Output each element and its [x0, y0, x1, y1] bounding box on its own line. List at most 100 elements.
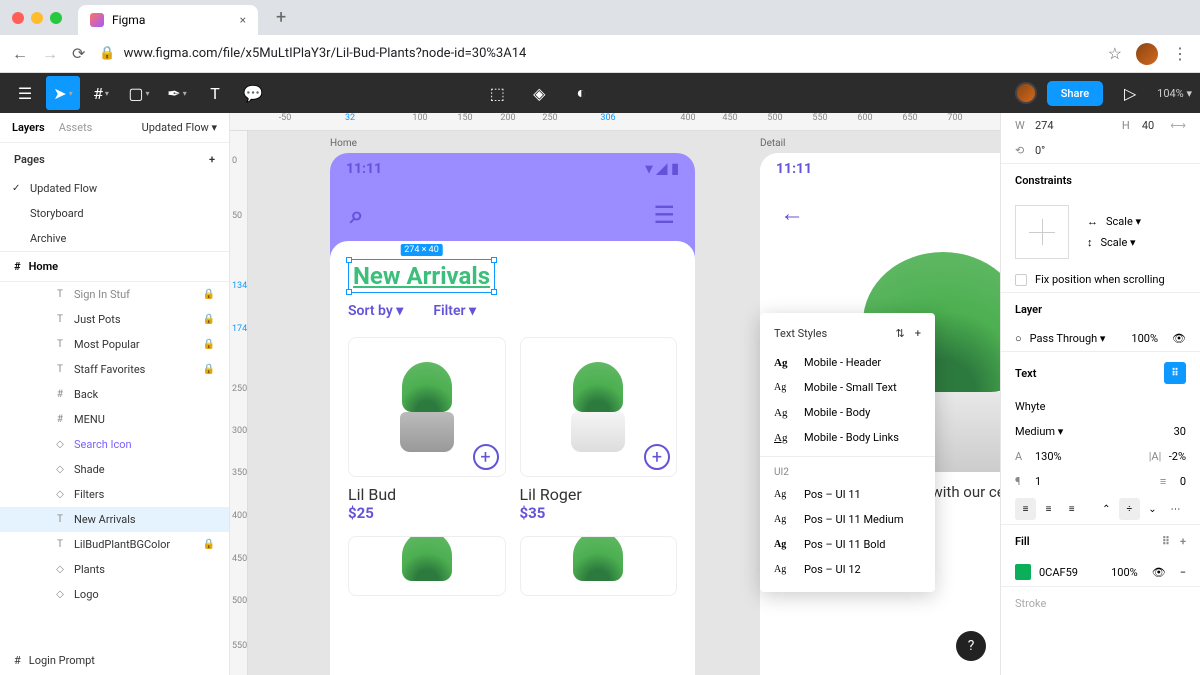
remove-fill-button[interactable]: − — [1180, 566, 1186, 579]
search-icon[interactable]: ⌕ — [350, 201, 363, 229]
shape-tool[interactable]: ▢▾ — [122, 76, 156, 110]
constraint-picker[interactable] — [1015, 205, 1069, 259]
h-constraint-dropdown[interactable]: Scale ▾ — [1106, 215, 1141, 228]
fix-position-checkbox[interactable] — [1015, 274, 1027, 286]
align-top-button[interactable]: ⌃ — [1096, 498, 1117, 520]
layer-row[interactable]: ◇Logo — [0, 582, 229, 607]
layer-row[interactable]: ◇Shade — [0, 457, 229, 482]
new-tab-button[interactable]: + — [276, 7, 286, 28]
visibility-icon[interactable]: 👁 — [1172, 332, 1186, 345]
font-size[interactable]: 30 — [1174, 425, 1186, 438]
canvas[interactable]: -503210015020025030640045050055060065070… — [230, 113, 1000, 675]
selection-box[interactable]: 274 × 40 New Arrivals — [348, 259, 495, 293]
component-tool[interactable]: ⬚ — [480, 76, 514, 110]
layer-row[interactable]: ◇Filters — [0, 482, 229, 507]
text-style-item[interactable]: AgPos – UI 12 — [760, 557, 935, 582]
font-family[interactable]: Whyte — [1015, 400, 1045, 413]
v-constraint-dropdown[interactable]: Scale ▾ — [1101, 236, 1136, 249]
maximize-window[interactable] — [50, 12, 62, 24]
paragraph-spacing[interactable]: 1 — [1035, 475, 1041, 488]
frame-header[interactable]: #Home — [0, 251, 229, 282]
main-menu-button[interactable]: ☰ — [8, 76, 42, 110]
sort-by-button[interactable]: Sort by ▾ — [348, 303, 403, 319]
opacity-value[interactable]: 100% — [1131, 332, 1158, 345]
text-style-item[interactable]: AgPos – UI 11 — [760, 482, 935, 507]
new-arrivals-text[interactable]: New Arrivals — [353, 262, 490, 290]
tab-assets[interactable]: Assets — [59, 121, 93, 134]
width-value[interactable]: 274 — [1035, 119, 1054, 132]
align-center-button[interactable]: ≡ — [1038, 498, 1059, 520]
fill-opacity[interactable]: 100% — [1111, 566, 1138, 579]
frame-item[interactable]: #Login Prompt — [0, 646, 229, 675]
add-page-button[interactable]: + — [209, 153, 215, 166]
boolean-tool[interactable]: ◐ — [564, 76, 598, 110]
reload-icon[interactable]: ⟳ — [72, 44, 85, 63]
tab-layers[interactable]: Layers — [12, 121, 45, 134]
text-style-item[interactable]: AgMobile - Body Links — [760, 425, 935, 450]
product-card[interactable]: + Lil Bud $25 — [348, 337, 506, 522]
line-height[interactable]: 130% — [1035, 450, 1062, 463]
pen-tool[interactable]: ✒▾ — [160, 76, 194, 110]
layer-row[interactable]: TJust Pots🔒 — [0, 307, 229, 332]
text-tool[interactable]: T — [198, 76, 232, 110]
browser-tab[interactable]: Figma × — [78, 5, 258, 35]
hamburger-menu-icon[interactable]: ☰ — [653, 201, 675, 229]
mask-tool[interactable]: ◈ — [522, 76, 556, 110]
star-icon[interactable]: ☆ — [1108, 44, 1122, 63]
text-style-item[interactable]: AgPos – UI 11 Medium — [760, 507, 935, 532]
user-avatar[interactable] — [1015, 82, 1037, 104]
align-left-button[interactable]: ≡ — [1015, 498, 1036, 520]
fill-color-chip[interactable] — [1015, 564, 1031, 580]
page-item[interactable]: Storyboard — [0, 201, 229, 226]
link-dimensions-icon[interactable]: ⟷ — [1170, 119, 1186, 132]
layer-row[interactable]: TNew Arrivals — [0, 507, 229, 532]
layer-row[interactable]: TSign In Stuf🔒 — [0, 282, 229, 307]
filter-button[interactable]: Filter ▾ — [433, 303, 476, 319]
page-item[interactable]: Updated Flow — [0, 176, 229, 201]
blend-mode-dropdown[interactable]: Pass Through ▾ — [1030, 332, 1106, 345]
text-style-item[interactable]: AgMobile - Body — [760, 400, 935, 425]
share-button[interactable]: Share — [1047, 81, 1103, 106]
add-button[interactable]: + — [644, 444, 670, 470]
product-card[interactable]: + Lil Roger $35 — [520, 337, 678, 522]
paragraph-indent[interactable]: 0 — [1180, 475, 1186, 488]
layer-row[interactable]: TStaff Favorites🔒 — [0, 357, 229, 382]
visibility-icon[interactable]: 👁 — [1152, 566, 1166, 579]
move-tool[interactable]: ➤▾ — [46, 76, 80, 110]
kebab-menu-icon[interactable]: ⋮ — [1172, 44, 1188, 63]
comment-tool[interactable]: 💬 — [236, 76, 270, 110]
layer-row[interactable]: ◇Plants — [0, 557, 229, 582]
frame-tool[interactable]: #▾ — [84, 76, 118, 110]
profile-avatar[interactable] — [1136, 43, 1158, 65]
height-value[interactable]: 40 — [1142, 119, 1154, 132]
layer-row[interactable]: TMost Popular🔒 — [0, 332, 229, 357]
close-tab-icon[interactable]: × — [240, 13, 246, 27]
back-icon[interactable]: ← — [12, 44, 28, 64]
frame-home[interactable]: 11:11 ▾◢▮ ⌕ ☰ 274 × 40 New Arrivals Sort… — [330, 153, 695, 675]
font-weight-dropdown[interactable]: Medium ▾ — [1015, 425, 1063, 438]
add-style-button[interactable]: + — [915, 327, 921, 340]
align-middle-button[interactable]: ÷ — [1119, 498, 1140, 520]
text-style-item[interactable]: AgMobile - Small Text — [760, 375, 935, 400]
back-arrow-icon[interactable]: ← — [760, 185, 1000, 242]
layer-row[interactable]: #MENU — [0, 407, 229, 432]
style-icon[interactable]: ⠿ — [1162, 535, 1170, 548]
more-options-button[interactable]: ⋯ — [1165, 498, 1186, 520]
layer-row[interactable]: #Back — [0, 382, 229, 407]
text-style-item[interactable]: AgPos – UI 11 Bold — [760, 532, 935, 557]
page-item[interactable]: Archive — [0, 226, 229, 251]
forward-icon[interactable]: → — [42, 44, 58, 64]
address-field[interactable]: 🔒 www.figma.com/file/x5MuLtIPlaY3r/Lil-B… — [99, 46, 1093, 61]
layer-row[interactable]: ◇Search Icon — [0, 432, 229, 457]
align-bottom-button[interactable]: ⌄ — [1142, 498, 1163, 520]
letter-spacing[interactable]: -2% — [1169, 450, 1186, 463]
text-style-item[interactable]: AgMobile - Header — [760, 350, 935, 375]
fill-hex[interactable]: 0CAF59 — [1039, 566, 1078, 579]
rotation-value[interactable]: 0° — [1035, 144, 1045, 157]
frame-label[interactable]: Detail — [760, 138, 785, 149]
flow-dropdown[interactable]: Updated Flow ▾ — [142, 121, 217, 134]
frame-label[interactable]: Home — [330, 138, 357, 149]
zoom-level[interactable]: 104% ▾ — [1157, 87, 1192, 100]
present-button[interactable]: ▷ — [1113, 76, 1147, 110]
help-button[interactable]: ? — [956, 631, 986, 661]
